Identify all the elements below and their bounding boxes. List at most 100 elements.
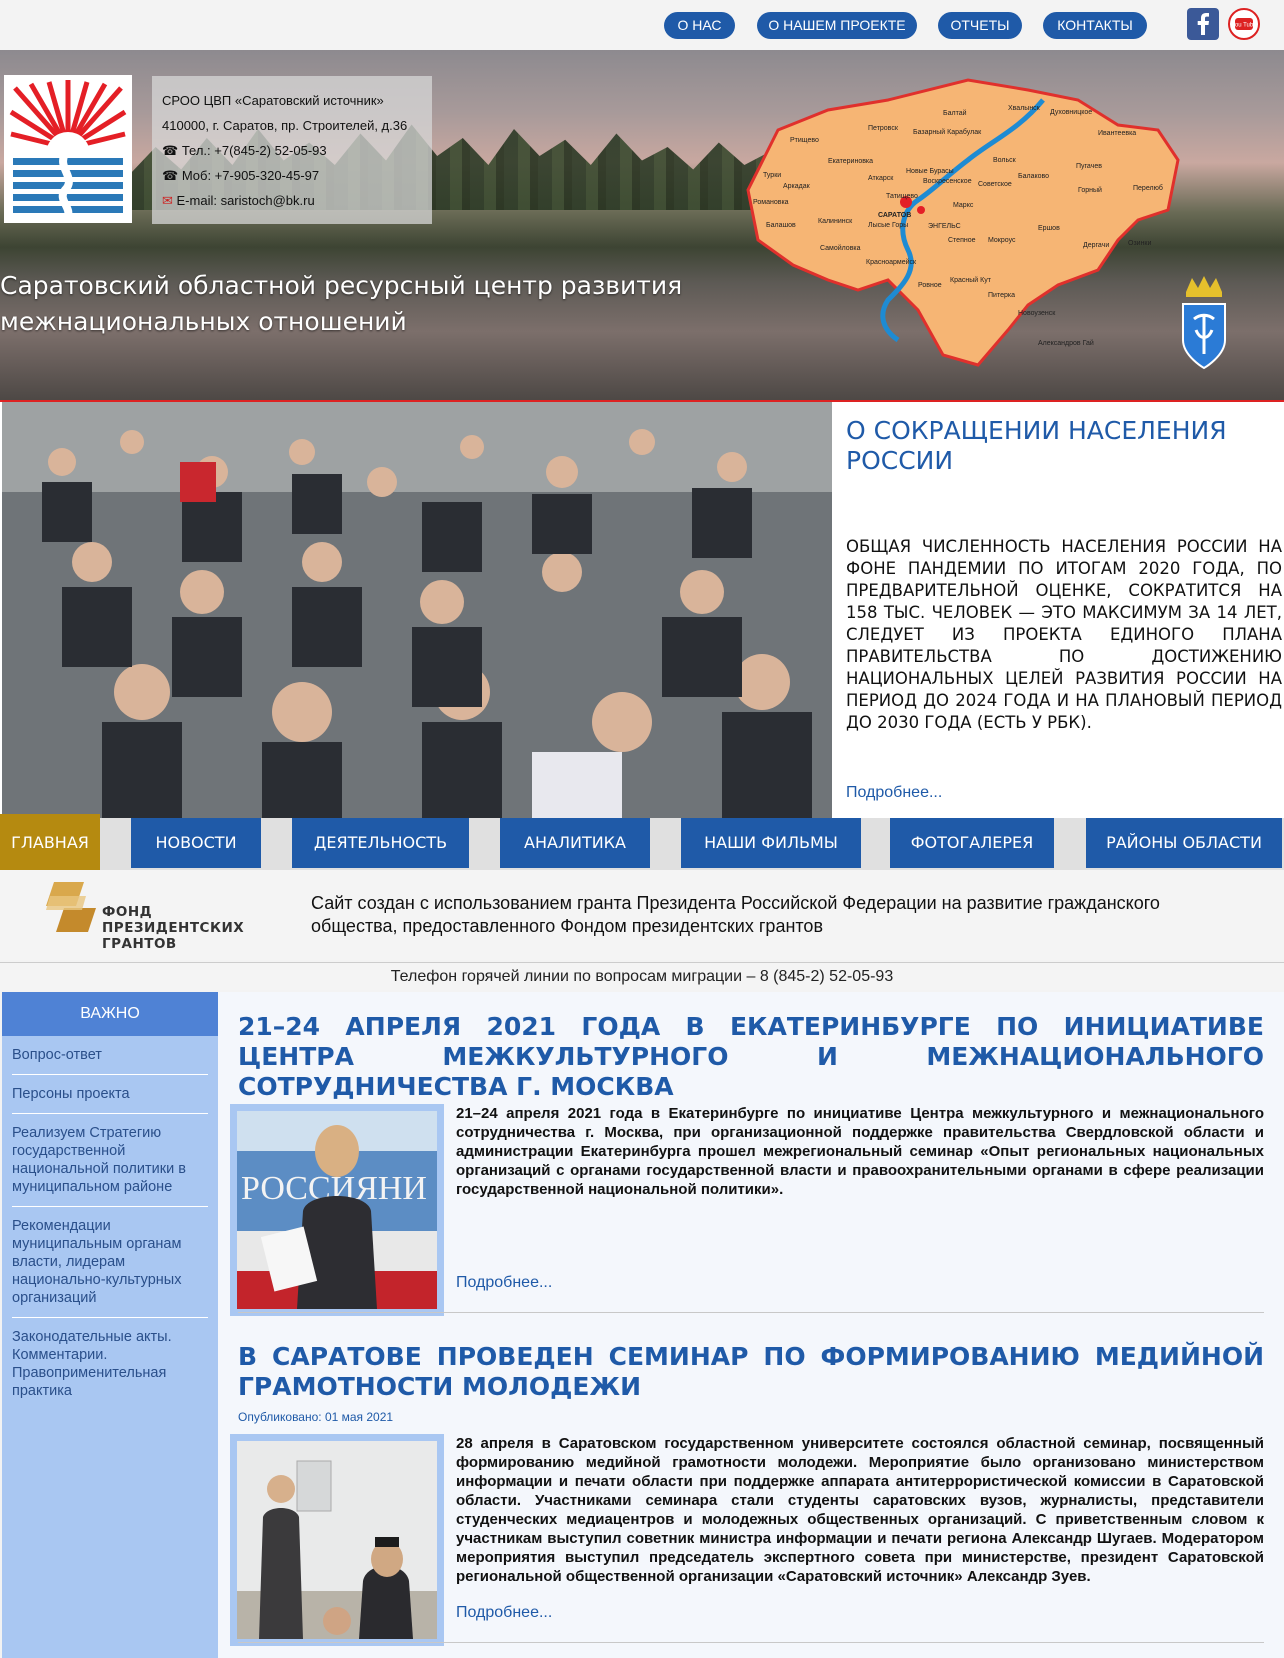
map-label: Воскресенское: [923, 178, 972, 185]
grant-logo-line3: ГРАНТОВ: [102, 936, 177, 952]
sidebar-item-persons[interactable]: Персоны проекта: [12, 1075, 208, 1114]
site-header: СРОО ЦВП «Саратовский источник» 410000, …: [0, 50, 1284, 402]
sidebar-item-faq[interactable]: Вопрос-ответ: [12, 1036, 208, 1075]
saratov-region-map: Хвалынск Духовницкое Балтай Ивантеевка П…: [746, 78, 1180, 367]
article-summary: 21–24 апреля 2021 года в Екатеринбурге п…: [456, 1105, 1264, 1198]
nav-contacts[interactable]: КОНТАКТЫ: [1043, 12, 1147, 39]
map-label: Питерка: [988, 292, 1015, 299]
presidential-grants-logo[interactable]: ФОНД ПРЕЗИДЕНТСКИХ ГРАНТОВ: [40, 880, 250, 956]
map-label: Ртищево: [790, 137, 819, 144]
contact-info: СРОО ЦВП «Саратовский источник» 410000, …: [152, 76, 432, 224]
map-label: Ровное: [918, 282, 942, 289]
map-label: Перелюб: [1133, 184, 1163, 192]
article-read-more[interactable]: Подробнее...: [456, 1604, 552, 1622]
map-label: Калининск: [818, 218, 853, 225]
org-phone: Тел.: +7(845-2) 52-05-93: [181, 143, 327, 158]
sidebar-heading: ВАЖНО: [2, 992, 218, 1036]
map-label: Романовка: [753, 199, 789, 206]
map-label: Пугачев: [1076, 163, 1102, 170]
map-label: Самойловка: [820, 244, 861, 252]
nav-news[interactable]: НОВОСТИ: [131, 818, 261, 868]
article-read-more[interactable]: Подробнее...: [456, 1274, 552, 1292]
grant-banner: ФОНД ПРЕЗИДЕНТСКИХ ГРАНТОВ Сайт создан с…: [0, 870, 1284, 960]
org-phone-row: ☎ Тел.: +7(845-2) 52-05-93: [162, 138, 422, 163]
map-label: Горный: [1078, 186, 1102, 194]
facebook-icon[interactable]: [1187, 8, 1219, 40]
article-divider: [238, 1642, 1264, 1643]
sidebar: ВАЖНО Вопрос-ответ Персоны проекта Реали…: [2, 992, 218, 1658]
sidebar-item-recommendations[interactable]: Рекомендации муниципальным органам власт…: [12, 1207, 208, 1318]
youtube-icon[interactable]: You Tube: [1228, 8, 1260, 40]
map-label: Озинки: [1128, 240, 1151, 247]
article-image[interactable]: РОССИЯНИ: [230, 1104, 444, 1316]
map-label: Дергачи: [1083, 242, 1109, 249]
featured-news: О СОКРАЩЕНИИ НАСЕЛЕНИЯ РОССИИ Общая числ…: [0, 400, 1284, 820]
nav-reports[interactable]: ОТЧЕТЫ: [938, 12, 1022, 39]
featured-news-title[interactable]: О СОКРАЩЕНИИ НАСЕЛЕНИЯ РОССИИ: [846, 416, 1282, 476]
featured-news-text: О СОКРАЩЕНИИ НАСЕЛЕНИЯ РОССИИ Общая числ…: [846, 416, 1282, 734]
map-label: САРАТОВ: [878, 212, 911, 219]
site-title-line1: Саратовский областной ресурсный центр ра…: [0, 271, 683, 300]
top-bar: О НАС О НАШЕМ ПРОЕКТЕ ОТЧЕТЫ КОНТАКТЫ Yo…: [0, 0, 1284, 50]
site-logo[interactable]: [4, 75, 132, 223]
nav-analytics[interactable]: АНАЛИТИКА: [500, 818, 650, 868]
mail-icon: ✉: [162, 193, 177, 208]
map-label: Ершов: [1038, 225, 1060, 232]
article-image[interactable]: [230, 1434, 444, 1646]
map-label: Хвалынск: [1008, 105, 1041, 112]
org-mobile-row: ☎ Моб: +7-905-320-45-97: [162, 163, 422, 188]
map-label: Новые Бурасы: [906, 168, 954, 175]
map-label: Аркадак: [783, 183, 811, 190]
news-article: 21–24 апреля 2021 года в Екатеринбурге п…: [230, 1012, 1264, 1316]
map-label: Новоузенск: [1018, 310, 1056, 317]
map-label: Петровск: [868, 125, 899, 132]
grant-statement: Сайт создан с использованием гранта През…: [311, 893, 1160, 936]
nav-photo-gallery[interactable]: ФОТОГАЛЕРЕЯ: [890, 818, 1054, 868]
org-email[interactable]: E-mail: saristoch@bk.ru: [177, 193, 315, 208]
site-title-line2: межнациональных отношений: [0, 307, 407, 336]
article-summary: 28 апреля в Саратовском государственном …: [456, 1435, 1264, 1585]
article-date: Опубликовано: 01 мая 2021: [238, 1410, 394, 1424]
map-label: Мокроус: [988, 237, 1016, 244]
article-photo-speaker-icon: РОССИЯНИ: [237, 1111, 437, 1309]
crowd-photo-icon: [2, 402, 832, 820]
grant-fund-logo-icon: [46, 882, 96, 932]
nav-films[interactable]: НАШИ ФИЛЬМЫ: [681, 818, 861, 868]
nav-activity[interactable]: ДЕЯТЕЛЬНОСТЬ: [292, 818, 469, 868]
map-label: Красноармейск: [866, 258, 917, 266]
article-title[interactable]: 21–24 апреля 2021 года в Екатеринбурге п…: [238, 1012, 1264, 1102]
phone-icon: ☎: [162, 168, 182, 183]
map-label: Вольск: [993, 157, 1017, 164]
news-list: 21–24 апреля 2021 года в Екатеринбурге п…: [218, 992, 1284, 1658]
main-navigation: ГЛАВНАЯ НОВОСТИ ДЕЯТЕЛЬНОСТЬ АНАЛИТИКА Н…: [0, 814, 1284, 872]
org-mobile: Моб: +7-905-320-45-97: [181, 168, 320, 183]
migration-hotline: Телефон горячей линии по вопросам миграц…: [0, 962, 1284, 990]
nav-about-us[interactable]: О НАС: [664, 12, 735, 39]
map-label: Екатериновка: [828, 158, 873, 165]
featured-news-photo[interactable]: [2, 402, 832, 820]
sidebar-item-legislation[interactable]: Законодательные акты. Комментарии. Право…: [12, 1318, 208, 1410]
map-label: Базарный Карабулак: [913, 128, 982, 136]
grant-logo-line2: ПРЕЗИДЕНТСКИХ: [102, 920, 245, 936]
featured-news-body: Общая численность населения России на фо…: [846, 537, 1282, 732]
map-label: Балтай: [943, 109, 967, 117]
map-label: ЭНГЕЛЬС: [928, 223, 961, 230]
nav-regions[interactable]: РАЙОНЫ ОБЛАСТИ: [1086, 818, 1282, 868]
featured-news-read-more[interactable]: Подробнее...: [846, 784, 942, 802]
nav-home[interactable]: ГЛАВНАЯ: [0, 814, 100, 872]
map-label: Ивантеевка: [1098, 130, 1136, 137]
article-title[interactable]: В Саратове проведен семинар по формирова…: [238, 1342, 1264, 1402]
saratov-coat-of-arms-icon: [1182, 276, 1226, 370]
news-article: В Саратове проведен семинар по формирова…: [230, 1342, 1264, 1646]
article-photo-lecture-icon: [237, 1441, 437, 1639]
article-divider: [238, 1312, 1264, 1313]
map-label: Степное: [948, 237, 976, 244]
org-name: СРОО ЦВП «Саратовский источник»: [162, 93, 384, 108]
org-email-row[interactable]: ✉ E-mail: saristoch@bk.ru: [162, 188, 422, 213]
map-label: Красный Кут: [950, 276, 992, 284]
map-label: Александров Гай: [1038, 339, 1094, 347]
nav-about-project[interactable]: О НАШЕМ ПРОЕКТЕ: [757, 12, 917, 39]
sidebar-item-strategy[interactable]: Реализуем Стратегию государственной наци…: [12, 1114, 208, 1207]
sunrise-logo-icon: [7, 78, 129, 221]
phone-icon: ☎: [162, 143, 182, 158]
